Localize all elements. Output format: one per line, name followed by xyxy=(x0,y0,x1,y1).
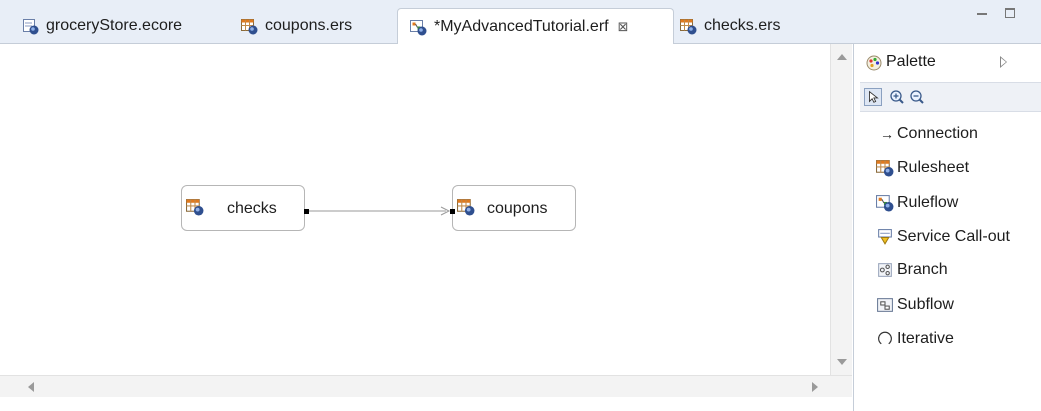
close-icon[interactable]: ⊠ xyxy=(618,19,629,35)
palette-item-service-callout[interactable]: Service Call-out xyxy=(876,225,1010,249)
tab-coupons-ers[interactable]: coupons.ers xyxy=(229,8,352,44)
tab-label: checks.ers xyxy=(704,17,781,34)
palette-icon xyxy=(866,55,882,71)
diagram-node-coupons[interactable]: coupons xyxy=(452,185,576,231)
zoom-out-icon[interactable] xyxy=(908,88,926,106)
ruleflow-icon xyxy=(410,19,427,36)
tab-checks-ers[interactable]: checks.ers xyxy=(668,8,780,44)
palette-item-ruleflow[interactable]: Ruleflow xyxy=(876,191,958,215)
collapse-palette-icon[interactable] xyxy=(1000,56,1007,68)
palette-title: Palette xyxy=(886,53,936,70)
palette-panel: Palette → Connection Rulesheet Ruleflow xyxy=(853,44,1041,411)
service-callout-icon xyxy=(878,229,892,245)
diagram-node-checks[interactable]: checks xyxy=(181,185,305,231)
tab-label: coupons.ers xyxy=(265,17,353,34)
scroll-down-icon[interactable] xyxy=(837,359,847,365)
palette-item-rulesheet[interactable]: Rulesheet xyxy=(876,156,969,180)
zoom-in-icon[interactable] xyxy=(888,88,906,106)
palette-toolbar xyxy=(860,82,1041,112)
tab-label: groceryStore.ecore xyxy=(46,17,183,34)
maximize-icon[interactable] xyxy=(1005,8,1015,18)
node-label: checks xyxy=(227,200,277,217)
subflow-icon xyxy=(877,298,893,312)
minimize-icon[interactable] xyxy=(977,13,987,15)
tab-my-advanced-tutorial-erf[interactable]: *MyAdvancedTutorial.erf ⊠ xyxy=(397,8,674,45)
target-anchor-handle[interactable] xyxy=(450,209,455,214)
rulesheet-icon xyxy=(876,160,894,177)
palette-item-label: Connection xyxy=(897,125,978,142)
node-label: coupons xyxy=(487,200,548,217)
palette-item-iterative[interactable]: Iterative xyxy=(876,327,954,351)
horizontal-scrollbar[interactable] xyxy=(0,375,852,397)
window-controls xyxy=(977,6,1015,18)
palette-item-connection[interactable]: → Connection xyxy=(876,122,978,146)
source-anchor-handle[interactable] xyxy=(304,209,309,214)
palette-item-label: Branch xyxy=(897,261,948,278)
arrow-right-icon: → xyxy=(880,126,894,142)
branch-icon xyxy=(878,263,892,277)
tab-label: *MyAdvancedTutorial.erf xyxy=(434,18,609,35)
palette-item-branch[interactable]: Branch xyxy=(876,258,948,282)
scroll-right-icon[interactable] xyxy=(812,382,818,392)
rulesheet-icon xyxy=(186,199,204,216)
editor-tab-bar: groceryStore.ecore coupons.ers *MyAdvanc… xyxy=(0,0,1041,45)
palette-header[interactable]: Palette xyxy=(854,44,1041,80)
connection-layer xyxy=(307,206,451,216)
tab-grocery-store-ecore[interactable]: groceryStore.ecore xyxy=(10,8,182,44)
rulesheet-icon xyxy=(241,18,258,35)
vertical-scrollbar[interactable] xyxy=(830,44,852,375)
ecore-icon xyxy=(22,18,39,35)
select-tool-icon[interactable] xyxy=(864,88,882,106)
rulesheet-icon xyxy=(680,18,697,35)
palette-item-label: Rulesheet xyxy=(897,159,970,176)
palette-item-label: Service Call-out xyxy=(897,228,1010,245)
ruleflow-icon xyxy=(876,195,894,212)
iterative-icon xyxy=(878,331,892,345)
rulesheet-icon xyxy=(457,199,475,216)
palette-item-label: Subflow xyxy=(897,296,954,313)
palette-item-label: Ruleflow xyxy=(897,194,959,211)
scroll-up-icon[interactable] xyxy=(837,54,847,60)
ruleflow-canvas[interactable]: checks coupons xyxy=(0,44,830,375)
palette-item-subflow[interactable]: Subflow xyxy=(876,293,954,317)
scroll-left-icon[interactable] xyxy=(28,382,34,392)
palette-item-label: Iterative xyxy=(897,330,954,347)
